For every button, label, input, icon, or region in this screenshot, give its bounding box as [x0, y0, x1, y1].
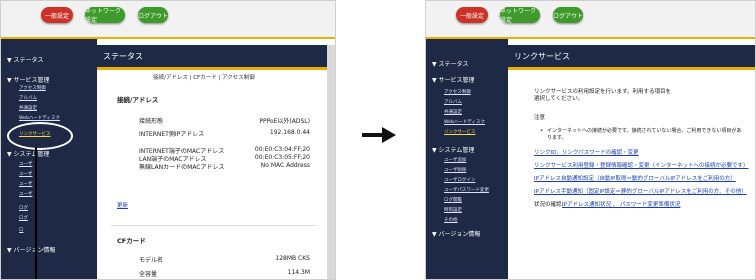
- note-label: 注意: [534, 115, 546, 121]
- sidebar: ▼ ステータス ▼ サービス管理 アクセス制御 アルバム 共通設定 Webハード…: [426, 39, 508, 279]
- logout-button[interactable]: ログアウト: [138, 7, 168, 23]
- sidebar-item-log[interactable]: ログ閲覧: [444, 197, 462, 203]
- row-value: 00:E0:C3:04:FF:20: [254, 146, 310, 153]
- sidebar-item-user-3[interactable]: ユーザ: [19, 181, 32, 187]
- sidebar-item-user-login[interactable]: ユーザログイン: [444, 177, 475, 183]
- sidebar-item-user-4[interactable]: ユーザ: [19, 191, 32, 197]
- scrollbar[interactable]: [327, 45, 335, 279]
- row-label: モデル名: [139, 257, 164, 264]
- section-heading-cf: CFカード: [117, 237, 146, 245]
- sidebar-item-access[interactable]: アクセス制御: [444, 89, 471, 95]
- sidebar-item-common[interactable]: 共通設定: [444, 109, 462, 115]
- row-value: 128MB CKS: [275, 255, 310, 262]
- sidebar-item-user-2[interactable]: ユーザ: [19, 171, 32, 177]
- row-label: 無線LANカードのMACアドレス: [139, 164, 225, 171]
- sidebar-item-album[interactable]: アルバム: [19, 95, 37, 101]
- sidebar-item-webdisk[interactable]: Webハードディスク: [19, 115, 60, 121]
- link-ip-manual-notify[interactable]: IPアドレス手動通知（固定IP設定＝静的グローバルIPアドレスをご利用の方、その…: [534, 187, 747, 195]
- sidebar-item-webdisk[interactable]: Webハードディスク: [444, 119, 485, 125]
- status-check-label: 状況の確認:: [534, 202, 564, 208]
- link-id-change[interactable]: リンクID、リンクパスワードの確認・変更: [534, 148, 639, 156]
- link-ip-auto-notify[interactable]: IPアドレス自動通知設定（自動IP取得＝動的グローバルIPアドレスをご利用の方）: [534, 174, 736, 182]
- sidebar-item-system[interactable]: ▼ システム管理: [7, 149, 49, 158]
- sidebar-item-common[interactable]: 共通設定: [19, 105, 37, 111]
- title-underline: [97, 67, 327, 70]
- row-value: 00:E0:C3:05:FF:20: [254, 154, 310, 161]
- sidebar-item-user-1[interactable]: ユーザ: [19, 161, 32, 167]
- row-label: 全容量: [139, 271, 158, 278]
- network-settings-button[interactable]: ネットワーク設定: [500, 7, 540, 24]
- section-heading: 接続/アドレス: [117, 96, 159, 104]
- sidebar-item-other[interactable]: その他: [444, 217, 458, 223]
- sidebar-item-user-delete[interactable]: ユーザ削除: [444, 167, 466, 173]
- sidebar-item-other[interactable]: ロ: [19, 227, 24, 233]
- logout-button[interactable]: ログアウト: [553, 7, 583, 23]
- screenshot-status-page: 一般設定 ネットワーク設定 ログアウト ▼ ステータス ▼ サービス管理 アクセ…: [0, 0, 336, 280]
- page-title: ステータス: [97, 45, 327, 67]
- row-label: INTERNET側IPアドレス: [139, 131, 205, 138]
- note-text: インターネットへの接続が必要です。接続されていない場合、ご利用できない項目があり…: [547, 128, 742, 141]
- row-value: 192.168.0.44: [269, 129, 310, 136]
- page-title: リンクサービス: [508, 45, 755, 67]
- row-value: 114.3M: [287, 269, 310, 276]
- link-registration[interactable]: リンクサービス利用登録・登録情報確認・変更（インターネットへの接続が必要です）: [534, 161, 749, 169]
- arrow-right-icon: [362, 127, 396, 143]
- sidebar-item-system[interactable]: ▼ システム管理: [432, 145, 474, 154]
- note-bullet: •: [540, 128, 544, 134]
- sidebar-item-access[interactable]: アクセス制御: [19, 85, 46, 91]
- sidebar: ▼ ステータス ▼ サービス管理 アクセス制御 アルバム 共通設定 Webハード…: [1, 39, 97, 279]
- row-label: 接続形態: [139, 118, 164, 125]
- pointer-line: [35, 147, 37, 279]
- sidebar-item-log-2[interactable]: ログ: [19, 215, 28, 221]
- settings-button[interactable]: 一般設定: [456, 7, 488, 23]
- update-link[interactable]: 更新: [117, 201, 128, 209]
- settings-button[interactable]: 一般設定: [41, 7, 73, 23]
- sidebar-item-time[interactable]: 時刻設定: [444, 207, 462, 213]
- network-settings-button[interactable]: ネットワーク設定: [85, 7, 125, 24]
- sidebar-item-user-add[interactable]: ユーザ追加: [444, 157, 466, 163]
- sidebar-item-link-service[interactable]: リンクサービス: [444, 129, 476, 135]
- intro-text: リンクサービスの利用設定を行います。利用する項目を選択してください。: [534, 89, 671, 102]
- sidebar-item-version[interactable]: ▼ バージョン情報: [7, 245, 55, 254]
- highlight-ring: [7, 122, 73, 150]
- row-value: No MAC Address: [260, 162, 310, 169]
- tab-links[interactable]: 接続/アドレス | CFカード | アクセス制御: [153, 73, 255, 81]
- sidebar-item-album[interactable]: アルバム: [444, 99, 462, 105]
- status-check-links[interactable]: IPアドレス通知状況 、 パスワード変更準備状況: [562, 200, 680, 208]
- sidebar-item-service[interactable]: ▼ サービス管理: [432, 75, 475, 84]
- title-underline: [508, 67, 755, 70]
- screenshot-link-service-page: 一般設定 ネットワーク設定 ログアウト ▼ ステータス ▼ サービス管理 アクセ…: [425, 0, 756, 280]
- sidebar-item-version[interactable]: ▼ バージョン情報: [432, 229, 480, 238]
- sidebar-item-user-password[interactable]: ユーザパスワード変更: [444, 187, 489, 193]
- sidebar-item-status[interactable]: ▼ ステータス: [432, 59, 469, 68]
- divider: [111, 225, 317, 226]
- sidebar-item-status[interactable]: ▼ ステータス: [7, 55, 44, 64]
- sidebar-item-log-1[interactable]: ログ: [19, 205, 28, 211]
- sidebar-item-service[interactable]: ▼ サービス管理: [7, 75, 50, 84]
- row-value: PPPoE以外(ADSL): [259, 118, 310, 125]
